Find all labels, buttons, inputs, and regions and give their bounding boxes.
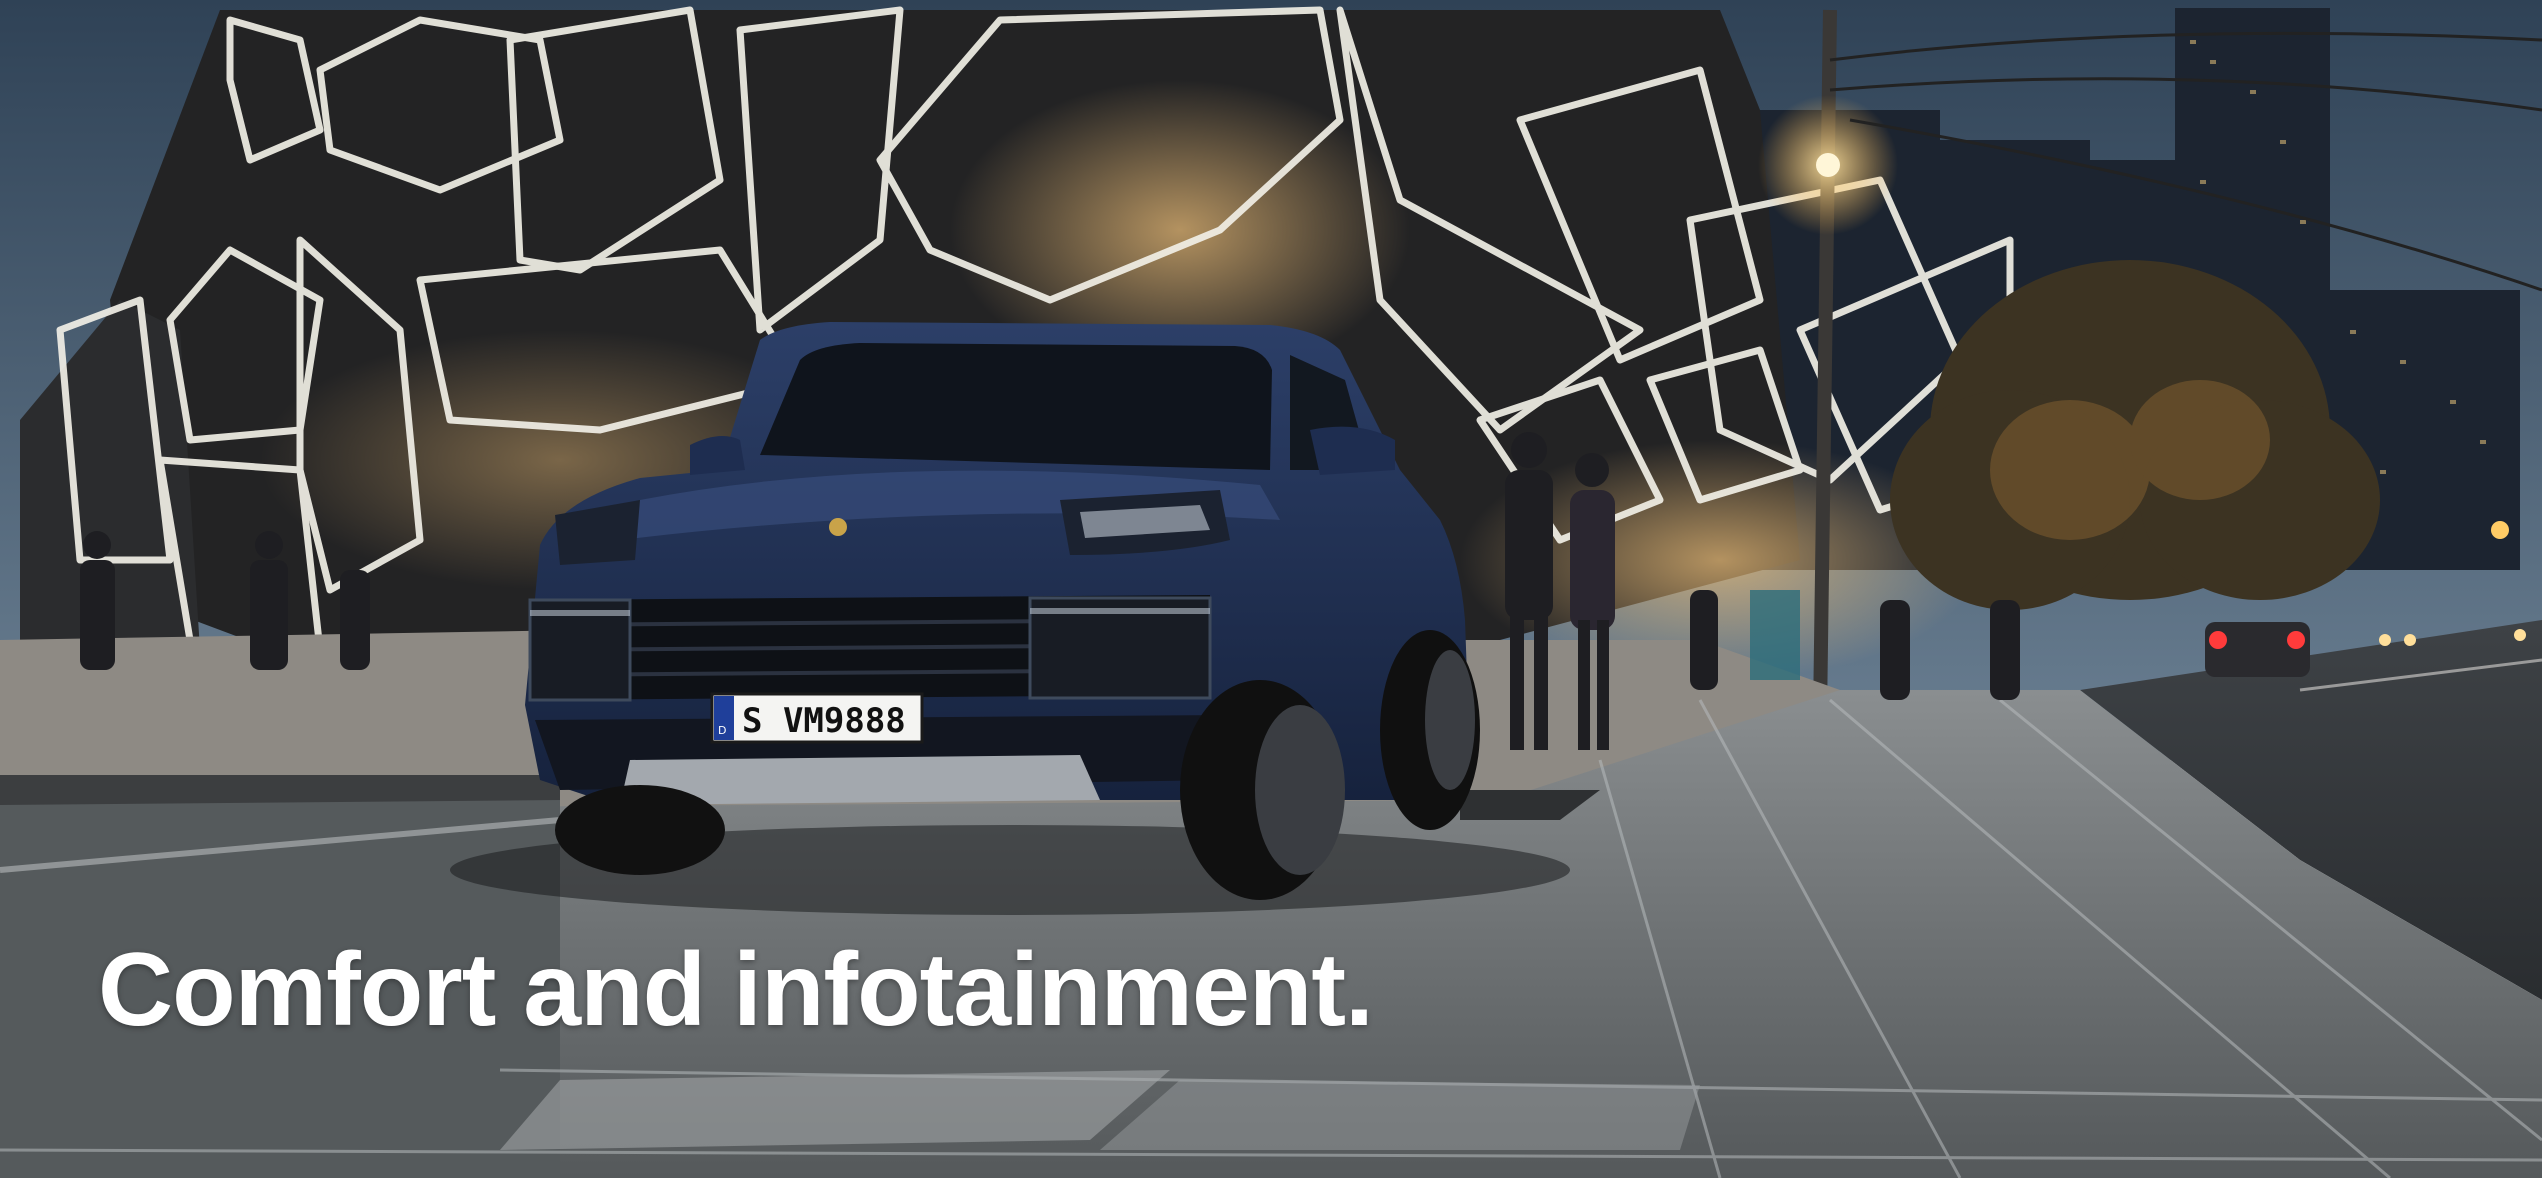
license-plate-country: D [718, 724, 726, 737]
hero-headline: Comfort and infotainment. [98, 932, 1374, 1048]
license-plate-number: S VM9888 [742, 701, 906, 741]
license-plate: D S VM9888 [710, 692, 924, 744]
